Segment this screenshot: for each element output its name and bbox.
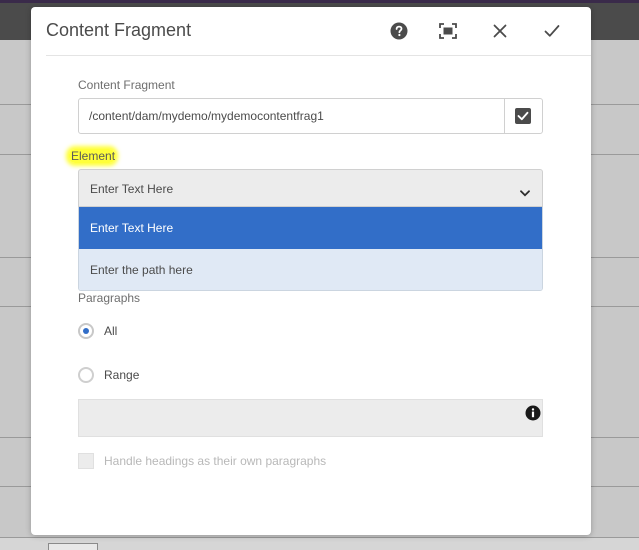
fullscreen-icon: [439, 23, 457, 39]
radio-all-label: All: [104, 324, 118, 338]
dialog-header: Content Fragment: [46, 7, 591, 56]
fullscreen-button[interactable]: [438, 21, 458, 41]
background-tab: [48, 543, 98, 550]
content-fragment-label: Content Fragment: [78, 78, 175, 92]
help-icon: [390, 22, 408, 40]
content-fragment-dialog: Content Fragment Content Fragment /conte…: [31, 7, 591, 535]
radio-all-button[interactable]: [78, 323, 94, 339]
browse-button[interactable]: [504, 99, 542, 133]
checkmark-icon: [544, 25, 560, 37]
element-dropdown-list: Enter Text Here Enter the path here: [78, 207, 543, 291]
radio-range-label: Range: [104, 368, 140, 382]
handle-headings-checkbox[interactable]: [78, 453, 94, 469]
range-input[interactable]: [78, 399, 543, 437]
dropdown-option-enter-text[interactable]: Enter Text Here: [79, 207, 542, 249]
close-icon: [493, 24, 507, 38]
dialog-title: Content Fragment: [46, 20, 192, 40]
help-button[interactable]: [389, 21, 409, 41]
chevron-down-icon: [520, 184, 530, 202]
radio-range[interactable]: Range: [78, 367, 139, 383]
checkbox-browse-icon: [515, 108, 531, 124]
info-icon[interactable]: [525, 405, 541, 426]
radio-range-button[interactable]: [78, 367, 94, 383]
paragraphs-label: Paragraphs: [78, 291, 141, 305]
background-footer: [0, 537, 639, 550]
radio-all[interactable]: All: [78, 323, 117, 339]
element-select[interactable]: Enter Text Here: [78, 169, 543, 207]
content-fragment-path-input[interactable]: [79, 99, 505, 133]
dropdown-option-enter-path[interactable]: Enter the path here: [79, 249, 542, 290]
done-button[interactable]: [542, 21, 562, 41]
content-fragment-path-field: [78, 98, 543, 134]
element-label-highlight: Element: [69, 149, 116, 163]
element-select-value: Enter Text Here: [90, 182, 174, 196]
handle-headings-row: Handle headings as their own paragraphs: [78, 453, 326, 469]
handle-headings-label: Handle headings as their own paragraphs: [104, 454, 327, 468]
close-button[interactable]: [490, 21, 510, 41]
element-label: Element: [69, 149, 116, 163]
